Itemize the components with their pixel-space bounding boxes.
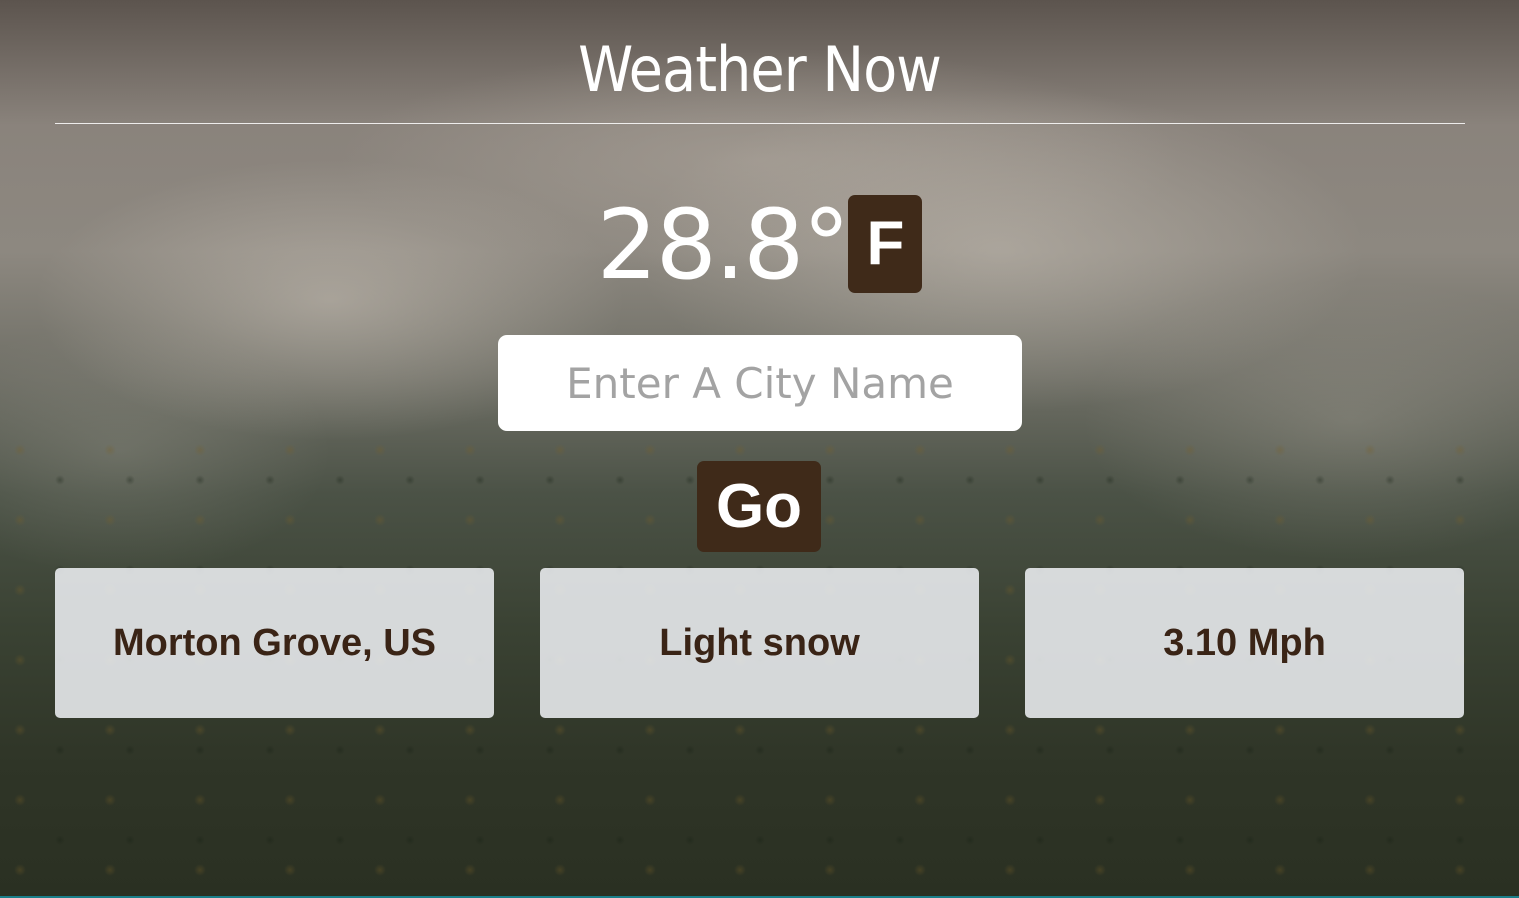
location-card: Morton Grove, US: [55, 568, 494, 718]
location-text: Morton Grove, US: [112, 621, 437, 664]
weather-info-cards: Morton Grove, US Light snow 3.10 Mph: [55, 568, 1464, 718]
go-button[interactable]: Go: [697, 461, 821, 552]
page-title: Weather Now: [578, 33, 942, 106]
title-divider: [55, 123, 1465, 124]
condition-card: Light snow: [540, 568, 979, 718]
temperature-display: 28.8° F: [0, 190, 1519, 300]
city-search-input[interactable]: [498, 335, 1022, 431]
temperature-value: 28.8°: [596, 189, 851, 301]
wind-card: 3.10 Mph: [1025, 568, 1464, 718]
condition-text: Light snow: [659, 621, 860, 664]
unit-toggle-button[interactable]: F: [848, 195, 923, 293]
wind-speed-text: 3.10 Mph: [1163, 621, 1326, 664]
